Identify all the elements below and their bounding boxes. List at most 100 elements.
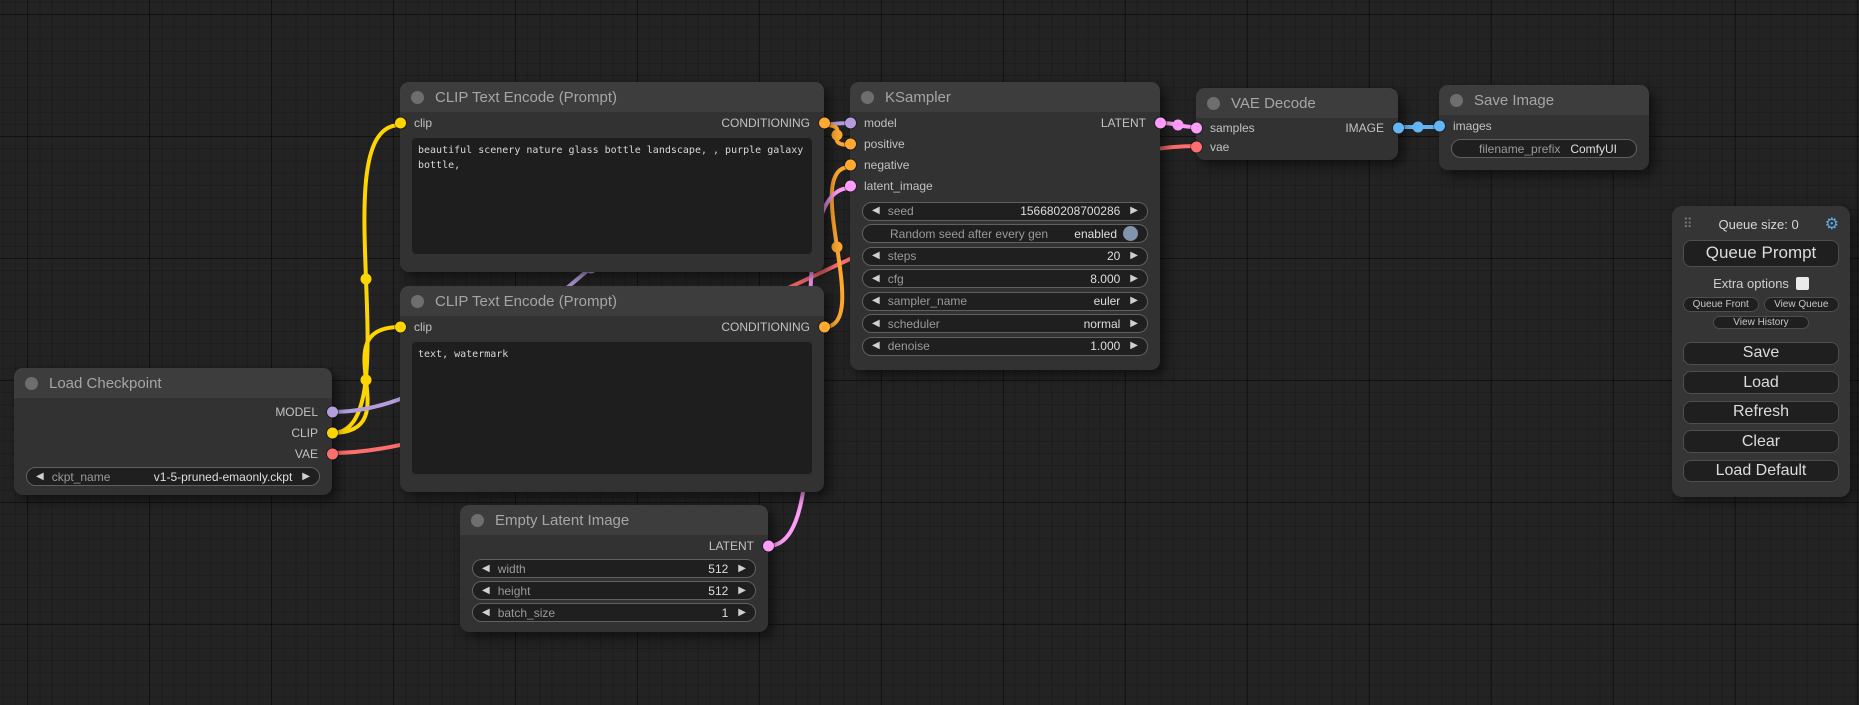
node-clip-text-encode-negative[interactable]: CLIP Text Encode (Prompt) clip CONDITION… bbox=[400, 286, 824, 492]
seed-widget[interactable]: ◀ seed 156680208700286 ▶ bbox=[862, 202, 1148, 221]
samples-input-dot[interactable] bbox=[1191, 122, 1202, 133]
collapse-dot-icon[interactable] bbox=[411, 91, 424, 104]
load-button[interactable]: Load bbox=[1683, 371, 1839, 394]
stepper-right-icon[interactable]: ▶ bbox=[1130, 251, 1138, 261]
filename-prefix-widget[interactable]: filename_prefix ComfyUI bbox=[1451, 139, 1637, 158]
latent-output-dot[interactable] bbox=[763, 540, 774, 551]
widget-label: height bbox=[498, 584, 531, 598]
widget-label: batch_size bbox=[498, 606, 555, 620]
collapse-dot-icon[interactable] bbox=[411, 295, 424, 308]
node-title-bar[interactable]: Empty Latent Image bbox=[460, 505, 768, 535]
view-queue-button[interactable]: View Queue bbox=[1764, 297, 1840, 312]
stepper-left-icon[interactable]: ◀ bbox=[872, 251, 880, 261]
scheduler-widget[interactable]: ◀ scheduler normal ▶ bbox=[862, 314, 1148, 333]
node-load-checkpoint[interactable]: Load Checkpoint MODEL CLIP VAE ◀ ckpt_na… bbox=[14, 368, 332, 495]
node-clip-text-encode-positive[interactable]: CLIP Text Encode (Prompt) clip CONDITION… bbox=[400, 82, 824, 272]
node-empty-latent-image[interactable]: Empty Latent Image LATENT ◀ width 512 ▶ … bbox=[460, 505, 768, 632]
stepper-right-icon[interactable]: ▶ bbox=[738, 608, 746, 618]
vae-input-dot[interactable] bbox=[1191, 141, 1202, 152]
denoise-widget[interactable]: ◀ denoise 1.000 ▶ bbox=[862, 337, 1148, 356]
stepper-right-icon[interactable]: ▶ bbox=[1130, 341, 1138, 351]
drag-handle-icon[interactable]: ⠿ bbox=[1683, 216, 1693, 232]
image-output-dot[interactable] bbox=[1393, 122, 1404, 133]
height-widget[interactable]: ◀ height 512 ▶ bbox=[472, 581, 756, 600]
stepper-left-icon[interactable]: ◀ bbox=[482, 608, 490, 618]
save-button[interactable]: Save bbox=[1683, 342, 1839, 365]
node-title-bar[interactable]: Load Checkpoint bbox=[14, 368, 332, 398]
stepper-right-icon[interactable]: ▶ bbox=[738, 586, 746, 596]
stepper-left-icon[interactable]: ◀ bbox=[872, 206, 880, 216]
negative-input-dot[interactable] bbox=[845, 159, 856, 170]
stepper-left-icon[interactable]: ◀ bbox=[872, 341, 880, 351]
node-save-image[interactable]: Save Image images filename_prefix ComfyU… bbox=[1439, 85, 1649, 170]
queue-front-button[interactable]: Queue Front bbox=[1683, 297, 1759, 312]
conditioning-output-dot[interactable] bbox=[819, 117, 830, 128]
extra-options-label: Extra options bbox=[1713, 276, 1789, 291]
view-history-button[interactable]: View History bbox=[1713, 316, 1809, 329]
model-output-dot[interactable] bbox=[327, 406, 338, 417]
collapse-dot-icon[interactable] bbox=[1450, 94, 1463, 107]
extra-options-checkbox[interactable] bbox=[1796, 277, 1809, 290]
steps-widget[interactable]: ◀ steps 20 ▶ bbox=[862, 247, 1148, 266]
slot-label: MODEL bbox=[275, 405, 318, 419]
stepper-right-icon[interactable]: ▶ bbox=[1130, 274, 1138, 284]
comfyui-canvas[interactable]: { "icons": { "left_arrow": "◀", "right_a… bbox=[0, 0, 1859, 705]
stepper-right-icon[interactable]: ▶ bbox=[1130, 206, 1138, 216]
slot-label: IMAGE bbox=[1345, 121, 1384, 135]
batch-size-widget[interactable]: ◀ batch_size 1 ▶ bbox=[472, 603, 756, 622]
clip-input-dot[interactable] bbox=[395, 321, 406, 332]
slot-row: clip CONDITIONING bbox=[400, 316, 824, 337]
stepper-left-icon[interactable]: ◀ bbox=[872, 319, 880, 329]
node-title-bar[interactable]: KSampler bbox=[850, 82, 1160, 112]
slot-label: CLIP bbox=[291, 426, 318, 440]
stepper-left-icon[interactable]: ◀ bbox=[482, 564, 490, 574]
gear-icon[interactable]: ⚙ bbox=[1825, 214, 1839, 234]
node-title-bar[interactable]: Save Image bbox=[1439, 85, 1649, 115]
node-ksampler[interactable]: KSampler model LATENT positive negative … bbox=[850, 82, 1160, 370]
stepper-left-icon[interactable]: ◀ bbox=[482, 586, 490, 596]
width-widget[interactable]: ◀ width 512 ▶ bbox=[472, 559, 756, 578]
queue-panel: ⠿ Queue size: 0 ⚙ Queue Prompt Extra opt… bbox=[1672, 206, 1850, 497]
ckpt-name-widget[interactable]: ◀ ckpt_name v1-5-pruned-emaonly.ckpt ▶ bbox=[26, 467, 320, 486]
clip-output-dot[interactable] bbox=[327, 427, 338, 438]
queue-prompt-button[interactable]: Queue Prompt bbox=[1683, 240, 1839, 267]
widget-value: 156680208700286 bbox=[1020, 204, 1120, 218]
positive-input-dot[interactable] bbox=[845, 138, 856, 149]
conditioning-output-dot[interactable] bbox=[819, 321, 830, 332]
stepper-right-icon[interactable]: ▶ bbox=[1130, 296, 1138, 306]
collapse-dot-icon[interactable] bbox=[25, 377, 38, 390]
load-default-button[interactable]: Load Default bbox=[1683, 460, 1839, 483]
latent-output-dot[interactable] bbox=[1155, 117, 1166, 128]
widget-value: euler bbox=[1094, 294, 1121, 308]
clip-input-dot[interactable] bbox=[395, 117, 406, 128]
positive-prompt-textarea[interactable]: beautiful scenery nature glass bottle la… bbox=[412, 138, 812, 254]
node-title-bar[interactable]: CLIP Text Encode (Prompt) bbox=[400, 82, 824, 112]
sampler-name-widget[interactable]: ◀ sampler_name euler ▶ bbox=[862, 292, 1148, 311]
collapse-dot-icon[interactable] bbox=[1207, 97, 1220, 110]
vae-output-dot[interactable] bbox=[327, 448, 338, 459]
stepper-right-icon[interactable]: ▶ bbox=[302, 472, 310, 482]
toggle-knob-icon[interactable] bbox=[1123, 226, 1138, 241]
slot-label: CONDITIONING bbox=[721, 320, 810, 334]
random-seed-toggle[interactable]: Random seed after every gen enabled bbox=[862, 224, 1148, 243]
link-midpoint-dot bbox=[1413, 122, 1424, 133]
images-input-dot[interactable] bbox=[1434, 120, 1445, 131]
latent-image-input-dot[interactable] bbox=[845, 180, 856, 191]
slot-row: clip CONDITIONING bbox=[400, 112, 824, 133]
negative-prompt-textarea[interactable]: text, watermark bbox=[412, 342, 812, 474]
cfg-widget[interactable]: ◀ cfg 8.000 ▶ bbox=[862, 269, 1148, 288]
node-title-bar[interactable]: VAE Decode bbox=[1196, 88, 1398, 118]
collapse-dot-icon[interactable] bbox=[861, 91, 874, 104]
node-vae-decode[interactable]: VAE Decode samples IMAGE vae bbox=[1196, 88, 1398, 160]
clear-button[interactable]: Clear bbox=[1683, 430, 1839, 453]
stepper-left-icon[interactable]: ◀ bbox=[872, 296, 880, 306]
model-input-dot[interactable] bbox=[845, 117, 856, 128]
node-title-bar[interactable]: CLIP Text Encode (Prompt) bbox=[400, 286, 824, 316]
refresh-button[interactable]: Refresh bbox=[1683, 401, 1839, 424]
stepper-right-icon[interactable]: ▶ bbox=[1130, 319, 1138, 329]
stepper-left-icon[interactable]: ◀ bbox=[872, 274, 880, 284]
slot-label: clip bbox=[414, 116, 432, 130]
stepper-left-icon[interactable]: ◀ bbox=[36, 472, 44, 482]
stepper-right-icon[interactable]: ▶ bbox=[738, 564, 746, 574]
collapse-dot-icon[interactable] bbox=[471, 514, 484, 527]
